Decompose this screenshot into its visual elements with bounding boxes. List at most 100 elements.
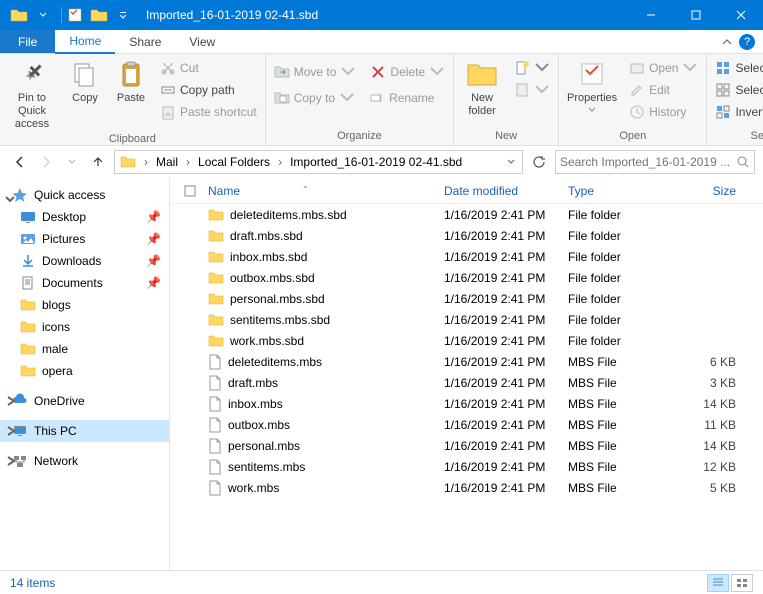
file-name: outbox.mbs.sbd: [230, 271, 315, 285]
file-row[interactable]: outbox.mbs.sbd1/16/2019 2:41 PMFile fold…: [170, 267, 763, 288]
sidebar-icons[interactable]: icons: [0, 316, 169, 338]
sidebar-opera[interactable]: opera: [0, 360, 169, 382]
breadcrumb-item[interactable]: Mail: [151, 151, 183, 173]
ribbon-group-open: Properties Open Edit History Open: [559, 54, 707, 145]
column-type[interactable]: Type: [562, 184, 672, 198]
breadcrumb-dropdown-icon[interactable]: [500, 151, 522, 173]
cut-button[interactable]: Cut: [156, 58, 261, 78]
file-date: 1/16/2019 2:41 PM: [438, 313, 562, 327]
chevron-right-icon[interactable]: ›: [183, 155, 193, 169]
column-date[interactable]: Date modified: [438, 184, 562, 198]
tab-view[interactable]: View: [175, 30, 229, 53]
minimize-button[interactable]: [628, 0, 673, 30]
move-to-button[interactable]: Move to: [270, 62, 361, 82]
file-row[interactable]: outbox.mbs1/16/2019 2:41 PMMBS File11 KB: [170, 414, 763, 435]
navigation-pane: Quick access Desktop📌 Pictures📌 Download…: [0, 178, 170, 570]
file-row[interactable]: draft.mbs1/16/2019 2:41 PMMBS File3 KB: [170, 372, 763, 393]
rename-button[interactable]: Rename: [365, 88, 438, 108]
file-size: 6 KB: [672, 355, 742, 369]
qat-dropdown-icon[interactable]: [112, 4, 134, 26]
sidebar-quick-access[interactable]: Quick access: [0, 184, 169, 206]
help-icon[interactable]: ?: [739, 34, 755, 50]
ribbon-tabs: File Home Share View ?: [0, 30, 763, 54]
select-none-button[interactable]: Select none: [711, 80, 763, 100]
sidebar-this-pc[interactable]: This PC: [0, 420, 169, 442]
file-name: sentitems.mbs.sbd: [230, 313, 330, 327]
up-button[interactable]: [86, 150, 110, 174]
breadcrumb-item[interactable]: Imported_16-01-2019 02-41.sbd: [285, 151, 467, 173]
sidebar-male[interactable]: male: [0, 338, 169, 360]
large-icons-view-button[interactable]: [731, 574, 753, 592]
file-row[interactable]: deleteditems.mbs.sbd1/16/2019 2:41 PMFil…: [170, 204, 763, 225]
search-input[interactable]: [560, 155, 736, 169]
chevron-right-icon[interactable]: ›: [141, 155, 151, 169]
forward-button[interactable]: [34, 150, 58, 174]
file-row[interactable]: draft.mbs.sbd1/16/2019 2:41 PMFile folde…: [170, 225, 763, 246]
sidebar-pictures[interactable]: Pictures📌: [0, 228, 169, 250]
history-button[interactable]: History: [625, 102, 702, 122]
sidebar-downloads[interactable]: Downloads📌: [0, 250, 169, 272]
file-size: 12 KB: [672, 460, 742, 474]
tab-file[interactable]: File: [0, 30, 55, 53]
select-all-button[interactable]: Select all: [711, 58, 763, 78]
open-button[interactable]: Open: [625, 58, 702, 78]
file-row[interactable]: sentitems.mbs1/16/2019 2:41 PMMBS File12…: [170, 456, 763, 477]
ribbon: Pin to Quick access Copy Paste Cut Copy …: [0, 54, 763, 146]
easy-access-button[interactable]: [510, 80, 554, 100]
file-row[interactable]: sentitems.mbs.sbd 1/16/2019 2:41 PMFile f…: [170, 309, 763, 330]
search-box[interactable]: [555, 150, 755, 174]
file-icon: [208, 480, 222, 496]
window-controls: [628, 0, 763, 30]
chevron-down-icon[interactable]: [32, 4, 54, 26]
column-size[interactable]: Size: [672, 184, 742, 198]
new-folder-button[interactable]: New folder: [458, 56, 506, 118]
file-type: File folder: [562, 313, 672, 327]
file-row[interactable]: work.mbs1/16/2019 2:41 PMMBS File5 KB: [170, 477, 763, 498]
invert-selection-button[interactable]: Invert selection: [711, 102, 763, 122]
details-view-button[interactable]: [707, 574, 729, 592]
close-button[interactable]: [718, 0, 763, 30]
chevron-right-icon[interactable]: ›: [275, 155, 285, 169]
sidebar-desktop[interactable]: Desktop📌: [0, 206, 169, 228]
new-folder-icon[interactable]: [88, 4, 110, 26]
file-type: MBS File: [562, 355, 672, 369]
paste-button[interactable]: Paste: [110, 56, 152, 105]
file-date: 1/16/2019 2:41 PM: [438, 376, 562, 390]
sidebar-network[interactable]: Network: [0, 450, 169, 472]
file-row[interactable]: inbox.mbs.sbd1/16/2019 2:41 PMFile folde…: [170, 246, 763, 267]
back-button[interactable]: [8, 150, 32, 174]
file-name: outbox.mbs: [228, 418, 290, 432]
ribbon-group-select: Select all Select none Invert selection …: [707, 54, 763, 145]
sidebar-onedrive[interactable]: OneDrive: [0, 390, 169, 412]
new-item-button[interactable]: [510, 58, 554, 78]
tab-share[interactable]: Share: [115, 30, 175, 53]
pin-icon: 📌: [146, 232, 161, 246]
sidebar-blogs[interactable]: blogs: [0, 294, 169, 316]
breadcrumb-item[interactable]: Local Folders: [193, 151, 275, 173]
collapse-ribbon-icon[interactable]: [721, 36, 733, 48]
edit-button[interactable]: Edit: [625, 80, 702, 100]
delete-button[interactable]: Delete: [366, 62, 449, 82]
file-type: File folder: [562, 271, 672, 285]
file-row[interactable]: work.mbs.sbd1/16/2019 2:41 PMFile folder: [170, 330, 763, 351]
paste-shortcut-button[interactable]: Paste shortcut: [156, 102, 261, 122]
pin-to-quick-access-button[interactable]: Pin to Quick access: [4, 56, 60, 132]
copy-to-button[interactable]: Copy to: [270, 88, 359, 108]
file-row[interactable]: personal.mbs.sbd1/16/2019 2:41 PMFile fo…: [170, 288, 763, 309]
sidebar-documents[interactable]: Documents📌: [0, 272, 169, 294]
file-row[interactable]: deleteditems.mbs1/16/2019 2:41 PMMBS Fil…: [170, 351, 763, 372]
file-icon: [208, 417, 222, 433]
copy-button[interactable]: Copy: [64, 56, 106, 105]
copy-path-button[interactable]: Copy path: [156, 80, 261, 100]
properties-button[interactable]: Properties: [563, 56, 621, 113]
file-row[interactable]: personal.mbs1/16/2019 2:41 PMMBS File14 …: [170, 435, 763, 456]
tab-home[interactable]: Home: [55, 30, 115, 54]
breadcrumb[interactable]: › Mail › Local Folders › Imported_16-01-…: [114, 150, 523, 174]
maximize-button[interactable]: [673, 0, 718, 30]
recent-dropdown-icon[interactable]: [60, 150, 84, 174]
column-name[interactable]: Name ˆ: [202, 184, 438, 198]
file-row[interactable]: inbox.mbs1/16/2019 2:41 PMMBS File14 KB: [170, 393, 763, 414]
select-all-checkbox[interactable]: [178, 185, 202, 197]
properties-icon[interactable]: [64, 4, 86, 26]
refresh-button[interactable]: [527, 150, 551, 174]
